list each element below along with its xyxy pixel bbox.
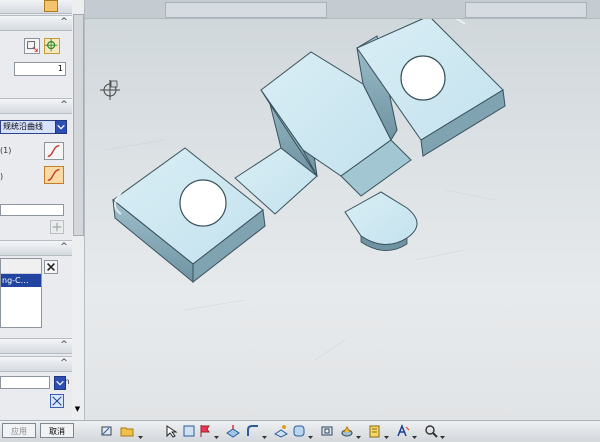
unfold-icon[interactable] xyxy=(274,424,288,438)
distance-field[interactable] xyxy=(0,376,50,389)
section-header-settings[interactable]: ^ xyxy=(0,338,72,354)
count-field[interactable]: 1 xyxy=(14,62,66,76)
snap-point-icon[interactable] xyxy=(24,38,40,54)
cancel-button[interactable]: 取消 xyxy=(40,423,74,438)
remove-icon[interactable] xyxy=(44,260,58,274)
panel-scrollbar[interactable]: ▼ xyxy=(72,0,85,420)
chevron-up-icon[interactable]: ^ xyxy=(59,17,69,27)
dropdown-arrow-icon[interactable] xyxy=(384,432,389,439)
apply-button[interactable]: 应用 xyxy=(2,423,36,438)
chevron-up-icon[interactable]: ^ xyxy=(59,242,69,252)
corner-icon[interactable] xyxy=(292,424,306,438)
chevron-up-icon[interactable]: ^ xyxy=(59,358,69,368)
section-header-preview[interactable]: ^ xyxy=(0,356,72,372)
magnifier-icon[interactable] xyxy=(424,424,438,438)
dropdown-arrow-icon[interactable] xyxy=(262,432,267,439)
stamp-icon[interactable] xyxy=(340,424,354,438)
list-item-selected[interactable]: ng-C… xyxy=(1,274,41,287)
section-header-method[interactable]: ^ xyxy=(0,98,72,114)
feature-list[interactable]: ng-C… xyxy=(0,258,42,328)
left-flange xyxy=(112,147,266,284)
list-header xyxy=(1,259,41,274)
chevron-up-icon[interactable]: ^ xyxy=(59,340,69,350)
csys-triad-icon[interactable] xyxy=(100,80,120,100)
viewport-top-strip xyxy=(85,0,600,19)
section-header-selection[interactable]: ^ xyxy=(0,15,72,31)
flag-icon[interactable] xyxy=(198,424,212,438)
dropdown-arrow-icon[interactable] xyxy=(356,432,361,439)
divider xyxy=(0,190,72,200)
add-icon[interactable] xyxy=(50,220,64,234)
viewport-top-panel-right xyxy=(465,2,587,18)
tab-icon[interactable] xyxy=(182,424,196,438)
dropdown-arrow-icon[interactable] xyxy=(214,432,219,439)
curve-active-icon[interactable] xyxy=(44,166,64,184)
curve-icon[interactable] xyxy=(44,142,64,160)
text-annotation-icon[interactable] xyxy=(396,424,410,438)
folder-icon[interactable] xyxy=(120,424,134,438)
expand-icon[interactable] xyxy=(50,394,64,408)
section-header-list[interactable]: ^ xyxy=(0,240,72,256)
bend-icon[interactable] xyxy=(246,424,260,438)
scrollbar-thumb[interactable] xyxy=(73,14,84,236)
sheet-metal-part[interactable] xyxy=(85,0,600,420)
method-select[interactable]: 规统沿曲线 xyxy=(0,120,56,134)
cut-icon[interactable] xyxy=(320,424,334,438)
viewport-top-panel xyxy=(165,2,327,18)
dropdown-arrow-icon[interactable] xyxy=(412,432,417,439)
dropdown-arrow-icon[interactable] xyxy=(308,432,313,439)
dropdown-arrow-icon[interactable] xyxy=(138,432,143,439)
method-select-value: 规统沿曲线 xyxy=(3,122,43,131)
scroll-down-icon[interactable]: ▼ xyxy=(73,405,82,415)
method-dropdown-arrow-icon[interactable] xyxy=(55,120,67,134)
color-swatch-icon[interactable] xyxy=(44,0,58,12)
chevron-up-icon[interactable]: ^ xyxy=(59,100,69,110)
unit-dropdown-arrow-icon[interactable] xyxy=(54,376,66,390)
dropdown-arrow-icon[interactable] xyxy=(440,432,445,439)
section-header-top[interactable] xyxy=(0,0,72,14)
target-icon[interactable] xyxy=(44,38,60,54)
rounded-tab xyxy=(344,191,418,251)
pointer-icon[interactable] xyxy=(164,424,178,438)
book-icon[interactable] xyxy=(368,424,382,438)
row2-label: ) xyxy=(0,172,4,181)
property-panel: ^ 1 ^ 规统沿曲线 (1) ) ^ ng-C… ^ ^ xyxy=(0,0,73,420)
name-field[interactable] xyxy=(0,204,64,216)
flange-icon[interactable] xyxy=(226,424,240,438)
bottom-toolbar: 应用 取消 xyxy=(0,420,600,441)
sketch-icon[interactable] xyxy=(100,424,114,438)
graphics-viewport[interactable] xyxy=(85,0,600,420)
row1-label: (1) xyxy=(0,146,12,155)
